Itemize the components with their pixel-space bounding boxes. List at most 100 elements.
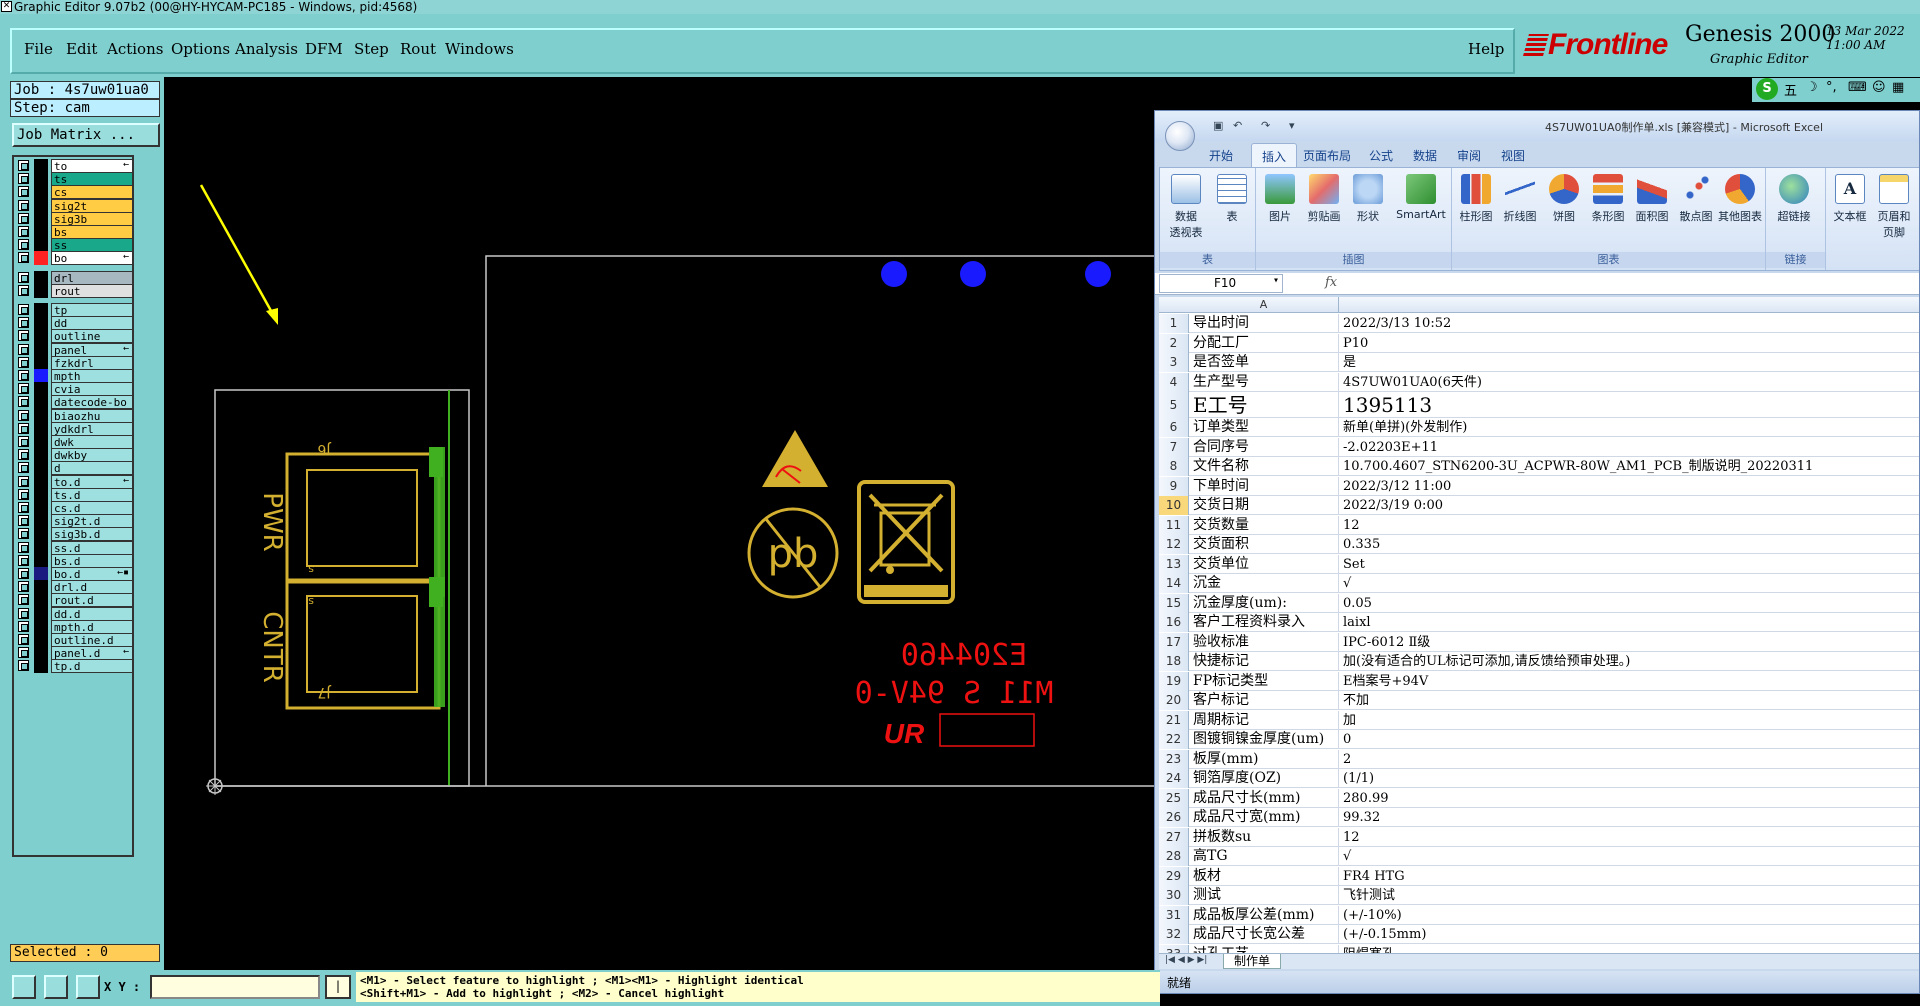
table-row[interactable]: 20 客户标记 不加 [1159,691,1919,710]
layer-checkbox[interactable] [18,436,29,447]
table-row[interactable]: 26 成品尺寸宽(mm) 99.32 [1159,808,1919,827]
cell-a[interactable]: 交货数量 [1193,515,1339,535]
layer-row[interactable]: dwkby [16,448,133,463]
name-box[interactable]: F10 [1159,274,1283,293]
date-code-box[interactable] [939,713,1035,747]
layer-row[interactable]: cs [16,185,133,200]
cell-b[interactable]: 新单(单拼)(外发制作) [1343,418,1919,437]
layer-row[interactable]: bs.d [16,553,133,568]
layer-name[interactable]: bo [51,251,133,266]
cell-b[interactable]: (+/-10%) [1343,906,1919,925]
row-number[interactable]: 21 [1159,710,1189,730]
layer-name[interactable]: ts.d [51,487,133,502]
cell-b[interactable]: 2022/3/13 10:52 [1343,314,1919,333]
cell-a[interactable]: 高TG [1193,847,1339,866]
layer-color-swatch[interactable] [34,329,48,344]
cell-b[interactable]: (1/1) [1343,769,1919,788]
layer-color-swatch[interactable] [34,553,48,568]
cell-a[interactable]: 成品尺寸长宽公差 [1193,925,1339,944]
layer-name[interactable]: drl.d [51,580,133,595]
ul-rating-text[interactable]: M11 S 94V-0 [855,676,1054,711]
layer-name[interactable]: tp [51,303,133,317]
row-number[interactable]: 11 [1159,515,1189,535]
layer-checkbox[interactable] [18,330,29,342]
menu-options[interactable]: Options [171,40,230,58]
layer-checkbox[interactable] [18,660,29,672]
layer-row[interactable]: fzkdrl [16,355,133,370]
cell-a[interactable]: 交货日期 [1193,496,1339,515]
layer-checkbox[interactable] [18,343,29,355]
cell-a[interactable]: 成品尺寸长(mm) [1193,788,1339,808]
layer-color-swatch[interactable] [34,225,48,239]
layer-checkbox[interactable] [18,317,29,329]
tab-insert[interactable]: 插入 [1251,143,1298,167]
layer-name[interactable]: panel [51,342,133,357]
measure-button[interactable] [44,975,68,999]
row-number[interactable]: 32 [1159,925,1189,944]
xy-apply-button[interactable]: | [325,975,351,999]
layer-color-swatch[interactable] [34,580,48,595]
row-number[interactable]: 24 [1159,769,1189,788]
cell-a[interactable]: 验收标准 [1193,632,1339,652]
cell-b[interactable]: 加(没有适合的UL标记可添加,请反馈给预审处理。) [1343,652,1919,671]
layer-checkbox[interactable] [18,396,29,408]
cell-b[interactable]: 12 [1343,516,1919,535]
punct-icon[interactable]: °, [1826,80,1837,95]
ime-mode[interactable]: 五 [1784,80,1797,99]
cell-a[interactable]: 客户工程资料录入 [1193,613,1339,632]
table-row[interactable]: 13 交货单位 Set [1159,554,1919,574]
cell-a[interactable]: 客户标记 [1193,691,1339,710]
table-row[interactable]: 27 拼板数su 12 [1159,827,1919,847]
cell-b[interactable]: 0 [1343,730,1919,749]
layer-checkbox[interactable] [18,502,29,513]
tab-formulas[interactable]: 公式 [1369,147,1393,164]
layer-color-swatch[interactable] [34,514,48,529]
layer-checkbox[interactable] [18,409,29,421]
layer-checkbox[interactable] [18,186,29,198]
table-row[interactable]: 5 E工号 1395113 [1159,392,1919,418]
cell-b[interactable]: 99.32 [1343,808,1919,827]
table-row[interactable]: 23 板厚(mm) 2 [1159,749,1919,769]
layer-color-swatch[interactable] [34,501,48,515]
table-row[interactable]: 8 文件名称 10.700.4607_STN6200-3U_ACPWR-80W_AM… [1159,457,1919,476]
cell-a[interactable]: 测试 [1193,886,1339,905]
row-number[interactable]: 15 [1159,593,1189,613]
layer-color-swatch[interactable] [34,421,48,436]
layer-color-swatch[interactable] [34,408,48,423]
tab-data[interactable]: 数据 [1413,147,1437,164]
cell-a[interactable]: 下单时间 [1193,476,1339,496]
cell-a[interactable]: 板材 [1193,866,1339,886]
menu-edit[interactable]: Edit [66,40,97,58]
cell-a[interactable]: 周期标记 [1193,710,1339,730]
table-row[interactable]: 29 板材 FR4 HTG [1159,866,1919,886]
row-number[interactable]: 2 [1159,333,1189,353]
row-number[interactable]: 13 [1159,554,1189,574]
row-number[interactable]: 4 [1159,372,1189,392]
moon-icon[interactable]: ☽ [1806,80,1818,95]
cell-a[interactable]: 图镀铜镍金厚度(um) [1193,730,1339,749]
cell-b[interactable]: 0.335 [1343,535,1919,554]
layer-row[interactable]: dd [16,316,133,331]
layer-row[interactable]: ts [16,172,133,187]
row-number[interactable]: 33 [1159,944,1189,953]
table-row[interactable]: 31 成品板厚公差(mm) (+/-10%) [1159,905,1919,925]
table-row[interactable]: 2 分配工厂 P10 [1159,333,1919,353]
column-chart-button[interactable]: 柱形图 [1454,174,1498,224]
layer-row[interactable]: drl [16,270,133,285]
layer-color-swatch[interactable] [34,646,48,661]
clipart-button[interactable]: 剪贴画 [1302,174,1346,224]
layer-color-swatch[interactable] [34,606,48,621]
row-number[interactable]: 12 [1159,535,1189,554]
table-row[interactable]: 3 是否签单是 [1159,353,1919,372]
row-number[interactable]: 22 [1159,730,1189,749]
cell-b[interactable]: 不加 [1343,691,1919,710]
layer-row[interactable]: ss.d [16,540,133,555]
layer-row[interactable]: mpth.d [16,619,133,634]
layer-color-swatch[interactable] [34,211,48,226]
qat-dropdown-icon[interactable]: ▾ [1289,119,1295,132]
menu-rout[interactable]: Rout [400,40,436,58]
layer-checkbox[interactable] [18,607,29,619]
layer-checkbox[interactable] [18,284,29,296]
layer-color-swatch[interactable] [34,593,48,608]
table-row[interactable]: 10 交货日期 2022/3/19 0:00 [1159,496,1919,515]
